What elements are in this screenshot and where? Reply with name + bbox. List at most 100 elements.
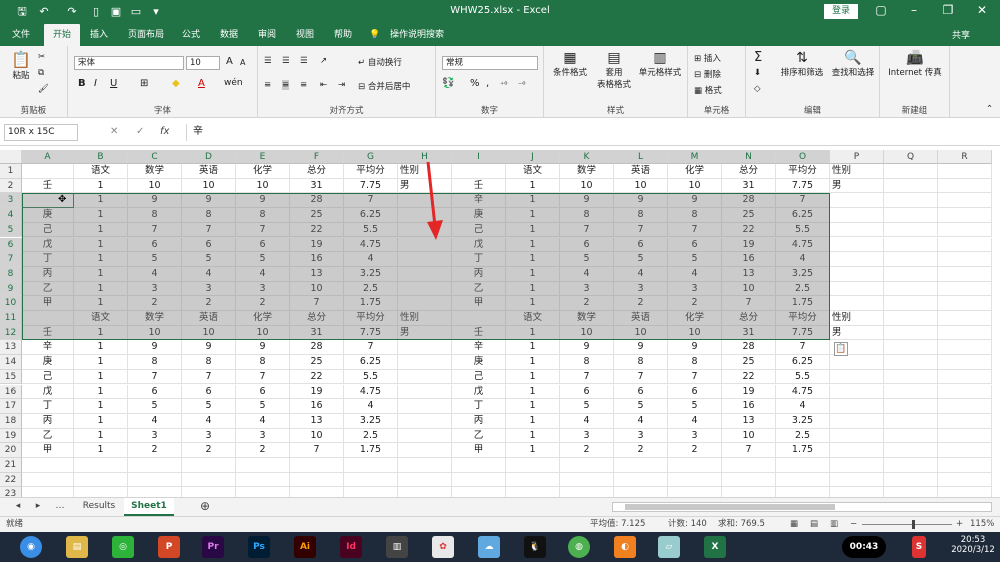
cell-G9[interactable]: 2.5 — [344, 281, 398, 297]
cell-C1[interactable]: 数学 — [128, 164, 182, 179]
cell-M6[interactable]: 6 — [668, 237, 722, 253]
cell-H23[interactable] — [398, 487, 452, 497]
cell-G1[interactable]: 平均分 — [344, 164, 398, 179]
column-header[interactable]: P — [830, 150, 884, 164]
cell-I14[interactable]: 庚 — [452, 355, 506, 370]
cell-F11[interactable]: 总分 — [290, 311, 344, 326]
row-header[interactable]: 7 — [0, 252, 22, 267]
worksheet-grid[interactable]: A B C D E F G H I J K L M N O P Q R 1 语文 数学 英语 化学 总分 平均分 性别 语文 数学 英语… — [0, 150, 1000, 497]
column-header[interactable]: I — [452, 150, 506, 164]
cell-R16[interactable] — [938, 384, 992, 400]
cell-A21[interactable] — [22, 458, 74, 473]
row-header[interactable]: 19 — [0, 428, 22, 444]
collapse-ribbon-icon[interactable]: ⌃ — [986, 104, 993, 114]
cell-M2[interactable]: 10 — [668, 178, 722, 194]
cell-J1[interactable]: 语文 — [506, 164, 560, 179]
cell-F15[interactable]: 22 — [290, 369, 344, 385]
cell-J14[interactable]: 1 — [506, 355, 560, 370]
tab-file[interactable]: 文件 — [6, 24, 36, 46]
number-format-combo[interactable]: 常规 — [442, 56, 538, 70]
cell-Q15[interactable] — [884, 369, 938, 385]
cell-K14[interactable]: 8 — [560, 355, 614, 370]
cell-E22[interactable] — [236, 472, 290, 488]
cell-D12[interactable]: 10 — [182, 325, 236, 341]
cell-R12[interactable] — [938, 325, 992, 341]
cell-J9[interactable]: 1 — [506, 281, 560, 297]
cell-B14[interactable]: 1 — [74, 355, 128, 370]
cell-L7[interactable]: 5 — [614, 252, 668, 267]
cell-Q6[interactable] — [884, 237, 938, 253]
align-right-icon[interactable]: ≡ — [300, 80, 307, 90]
cell-C18[interactable]: 4 — [128, 413, 182, 429]
cell-L11[interactable]: 英语 — [614, 311, 668, 326]
notes-icon[interactable]: ▱ — [658, 536, 680, 558]
tab-formulas[interactable]: 公式 — [176, 24, 206, 46]
cell-E10[interactable]: 2 — [236, 296, 290, 311]
font-color-icon[interactable]: A — [198, 78, 205, 89]
cell-H10[interactable] — [398, 296, 452, 311]
cell-G20[interactable]: 1.75 — [344, 443, 398, 458]
cell-O12[interactable]: 7.75 — [776, 325, 830, 341]
cell-J21[interactable] — [506, 458, 560, 473]
login-button[interactable]: 登录 — [824, 4, 858, 19]
font-size-combo[interactable]: 10 — [186, 56, 220, 70]
cell-H14[interactable] — [398, 355, 452, 370]
cell-P3[interactable] — [830, 193, 884, 209]
cell-R3[interactable] — [938, 193, 992, 209]
cell-A13[interactable]: 辛 — [22, 340, 74, 356]
cell-O5[interactable]: 5.5 — [776, 222, 830, 238]
cell-H21[interactable] — [398, 458, 452, 473]
column-header[interactable]: G — [344, 150, 398, 164]
cell-Q4[interactable] — [884, 208, 938, 223]
align-middle-icon[interactable]: ☰ — [282, 56, 290, 66]
cell-M7[interactable]: 5 — [668, 252, 722, 267]
cell-B12[interactable]: 1 — [74, 325, 128, 341]
cell-K8[interactable]: 4 — [560, 266, 614, 282]
cell-B8[interactable]: 1 — [74, 266, 128, 282]
premiere-icon[interactable]: Pr — [202, 536, 224, 558]
conditional-format-button[interactable]: ▦ 条件格式 — [548, 50, 592, 78]
cell-B16[interactable]: 1 — [74, 384, 128, 400]
format-painter-icon[interactable]: 🖌 — [38, 84, 49, 94]
cell-Q19[interactable] — [884, 428, 938, 444]
cell-K7[interactable]: 5 — [560, 252, 614, 267]
cell-R18[interactable] — [938, 413, 992, 429]
cell-M11[interactable]: 化学 — [668, 311, 722, 326]
cell-P1[interactable]: 性别 — [830, 164, 884, 179]
cell-R17[interactable] — [938, 399, 992, 414]
cell-F23[interactable] — [290, 487, 344, 497]
cell-N6[interactable]: 19 — [722, 237, 776, 253]
cell-M14[interactable]: 8 — [668, 355, 722, 370]
cell-D1[interactable]: 英语 — [182, 164, 236, 179]
align-bottom-icon[interactable]: ☰ — [300, 56, 308, 66]
row-header[interactable]: 5 — [0, 222, 22, 238]
cell-A15[interactable]: 己 — [22, 369, 74, 385]
cell-I23[interactable] — [452, 487, 506, 497]
cell-M17[interactable]: 5 — [668, 399, 722, 414]
cell-E6[interactable]: 6 — [236, 237, 290, 253]
cell-O19[interactable]: 2.5 — [776, 428, 830, 444]
cell-Q8[interactable] — [884, 266, 938, 282]
fill-color-icon[interactable]: ◆ — [172, 78, 180, 89]
align-center-icon[interactable]: ≡ — [282, 80, 290, 90]
cell-A19[interactable]: 乙 — [22, 428, 74, 444]
cell-P11[interactable]: 性别 — [830, 311, 884, 326]
cell-A11[interactable] — [22, 311, 74, 326]
cell-P10[interactable] — [830, 296, 884, 311]
increase-decimal-icon[interactable]: ⁺⁰ — [500, 80, 507, 89]
row-header[interactable]: 15 — [0, 369, 22, 385]
cell-M4[interactable]: 8 — [668, 208, 722, 223]
cell-O11[interactable]: 平均分 — [776, 311, 830, 326]
underline-button[interactable]: U — [110, 78, 117, 89]
cell-L1[interactable]: 英语 — [614, 164, 668, 179]
cell-E2[interactable]: 10 — [236, 178, 290, 194]
cell-L9[interactable]: 3 — [614, 281, 668, 297]
cell-G22[interactable] — [344, 472, 398, 488]
currency-icon[interactable]: 💱 — [442, 78, 454, 89]
percent-button[interactable]: % — [470, 78, 480, 89]
cell-D10[interactable]: 2 — [182, 296, 236, 311]
chrome-icon[interactable]: ◍ — [568, 536, 590, 558]
cell-P5[interactable] — [830, 222, 884, 238]
cell-K11[interactable]: 数学 — [560, 311, 614, 326]
cell-D18[interactable]: 4 — [182, 413, 236, 429]
